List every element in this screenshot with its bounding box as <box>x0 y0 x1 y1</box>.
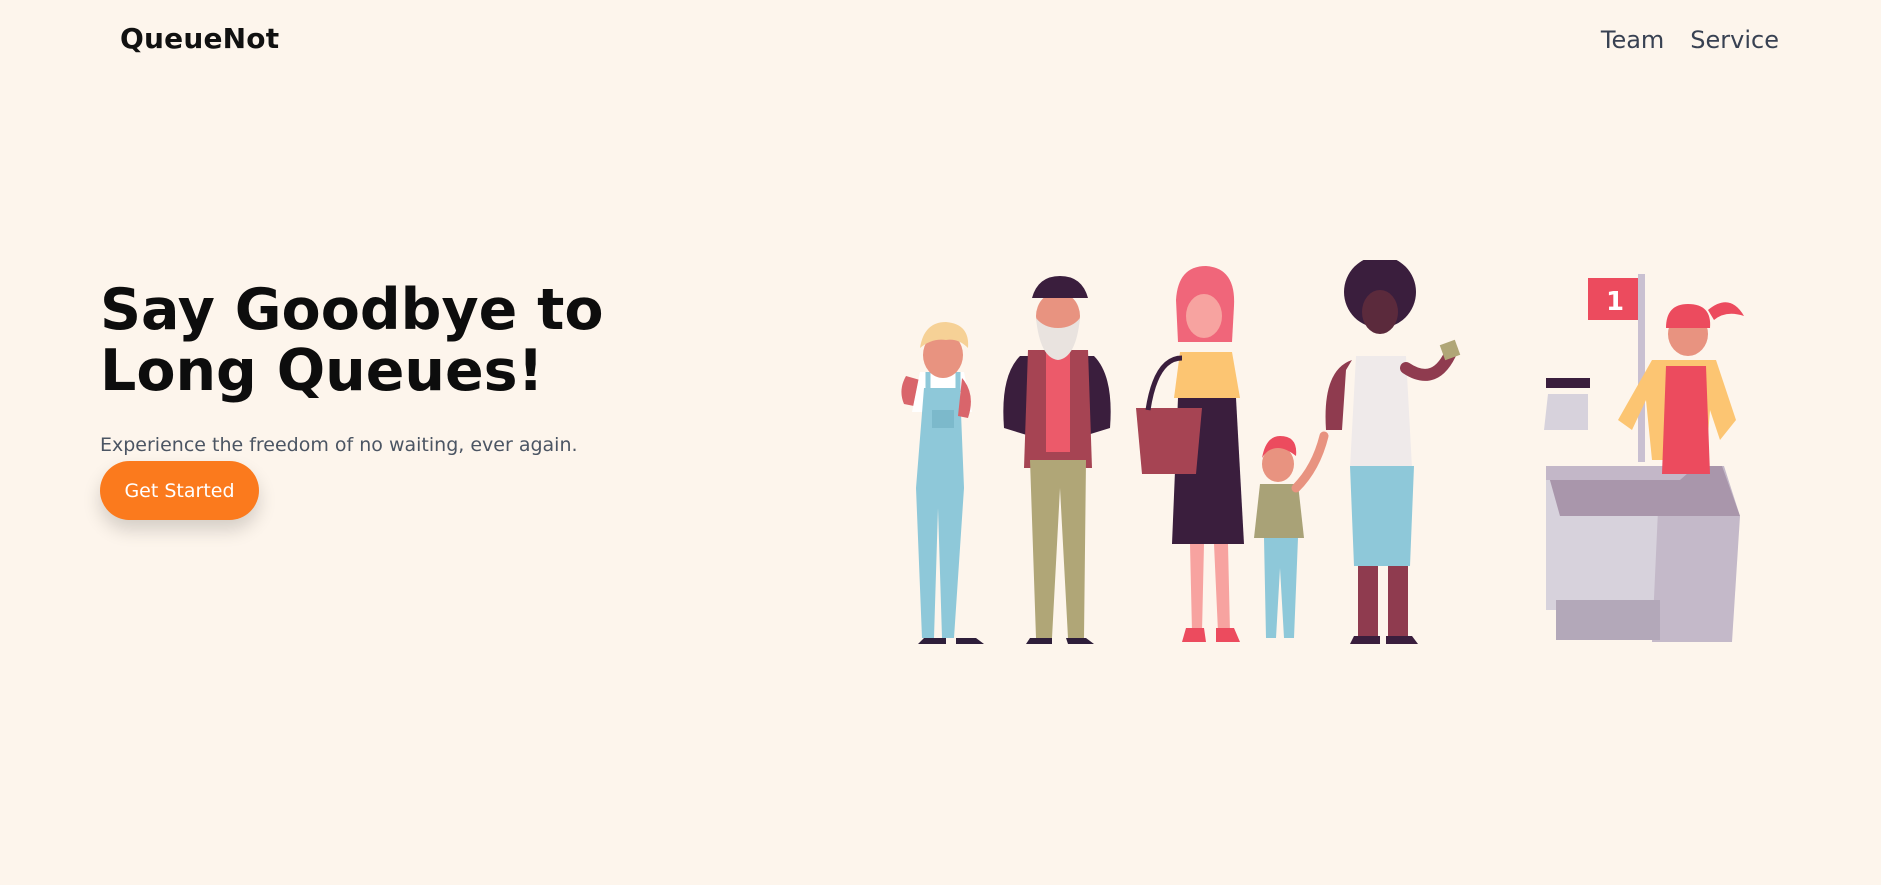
brand-logo[interactable]: QueueNot <box>120 22 279 55</box>
cashier-figure <box>1618 302 1744 474</box>
woman-bag-figure <box>1136 266 1244 642</box>
boy-waving-figure <box>1254 431 1329 638</box>
nav-service-link[interactable]: Service <box>1690 26 1779 54</box>
flag-number: 1 <box>1606 287 1624 317</box>
landing-page: QueueNot Team Service Say Goodbye to Lon… <box>0 0 1881 885</box>
nav-team-link[interactable]: Team <box>1601 26 1664 54</box>
top-nav: Team Service <box>1601 26 1779 54</box>
get-started-button[interactable]: Get Started <box>100 461 259 520</box>
woman-afro-figure <box>1325 260 1461 644</box>
hero-title: Say Goodbye to Long Queues! <box>100 277 604 404</box>
old-man-figure <box>1003 276 1111 644</box>
hero-subtitle: Experience the freedom of no waiting, ev… <box>100 434 578 456</box>
queue-illustration: 1 <box>901 260 1744 644</box>
cashier-counter: 1 <box>1544 274 1740 642</box>
kid-overalls-figure <box>901 322 984 644</box>
